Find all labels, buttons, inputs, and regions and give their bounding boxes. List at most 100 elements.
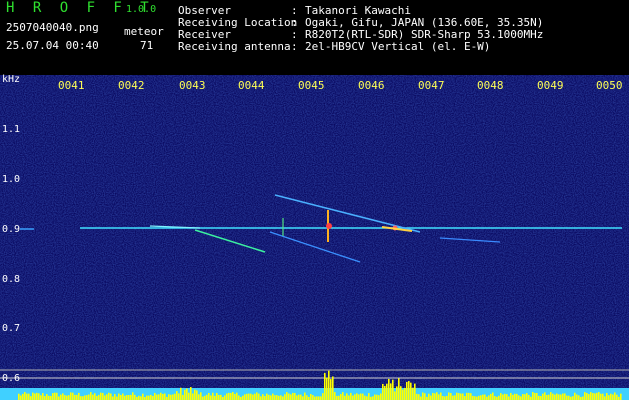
power-bar bbox=[92, 394, 94, 400]
power-bar bbox=[24, 392, 26, 400]
power-bar bbox=[162, 393, 164, 400]
power-bar bbox=[158, 394, 160, 400]
power-bar bbox=[104, 395, 106, 400]
x-tick-label: 0046 bbox=[358, 79, 385, 92]
power-bar bbox=[310, 393, 312, 400]
power-bar bbox=[98, 394, 100, 400]
power-bar bbox=[60, 394, 62, 400]
power-bar bbox=[134, 394, 136, 400]
power-bar bbox=[274, 395, 276, 400]
power-bar bbox=[608, 395, 610, 400]
power-bar bbox=[126, 395, 128, 400]
power-bar bbox=[328, 370, 330, 400]
power-bar bbox=[350, 392, 352, 400]
power-bar bbox=[590, 392, 592, 400]
power-bar bbox=[404, 387, 406, 400]
power-bar bbox=[380, 393, 382, 400]
power-bar bbox=[334, 392, 336, 400]
x-tick-label: 0042 bbox=[118, 79, 145, 92]
power-bar bbox=[172, 394, 174, 400]
power-bar bbox=[116, 396, 118, 400]
power-bar bbox=[610, 393, 612, 400]
power-bar bbox=[52, 393, 54, 400]
power-bar bbox=[498, 395, 500, 400]
power-bar bbox=[366, 396, 368, 400]
power-bar bbox=[168, 394, 170, 400]
power-bar bbox=[440, 392, 442, 400]
power-bar bbox=[346, 393, 348, 400]
power-bar bbox=[268, 394, 270, 400]
power-bar bbox=[394, 391, 396, 400]
power-bar bbox=[266, 393, 268, 400]
power-bar bbox=[56, 392, 58, 400]
x-tick-label: 0049 bbox=[537, 79, 564, 92]
power-bar bbox=[616, 394, 618, 400]
power-bar bbox=[46, 394, 48, 400]
power-bar bbox=[582, 396, 584, 400]
power-bar bbox=[524, 394, 526, 400]
power-bar bbox=[302, 396, 304, 400]
power-bar bbox=[614, 392, 616, 400]
power-bar bbox=[364, 395, 366, 400]
power-bar bbox=[270, 395, 272, 400]
power-bar bbox=[442, 395, 444, 400]
power-bar bbox=[550, 392, 552, 400]
power-bar bbox=[436, 392, 438, 400]
power-bar bbox=[602, 393, 604, 400]
power-bar bbox=[432, 392, 434, 400]
power-bar bbox=[340, 394, 342, 400]
power-bar bbox=[174, 393, 176, 400]
power-bar bbox=[398, 378, 400, 400]
power-bar bbox=[356, 393, 358, 400]
y-axis-unit: kHz bbox=[2, 74, 21, 85]
power-bar bbox=[224, 395, 226, 400]
power-bar bbox=[292, 392, 294, 400]
power-bar bbox=[140, 396, 142, 400]
power-bar bbox=[612, 394, 614, 400]
power-bar bbox=[82, 396, 84, 400]
power-bar bbox=[272, 393, 274, 400]
power-bar bbox=[372, 396, 374, 400]
power-bar bbox=[118, 393, 120, 400]
power-bar bbox=[30, 396, 32, 400]
power-bar bbox=[114, 394, 116, 400]
power-bar bbox=[38, 393, 40, 400]
power-bar bbox=[294, 392, 296, 400]
power-bar bbox=[526, 393, 528, 400]
power-bar bbox=[192, 393, 194, 400]
power-bar bbox=[62, 393, 64, 400]
power-bar bbox=[456, 392, 458, 400]
power-bar bbox=[50, 395, 52, 400]
power-bar bbox=[576, 394, 578, 400]
power-bar bbox=[326, 377, 328, 400]
power-bar bbox=[110, 393, 112, 400]
power-bar bbox=[336, 395, 338, 400]
power-bar bbox=[248, 393, 250, 400]
power-bar bbox=[552, 393, 554, 400]
power-bar bbox=[280, 395, 282, 400]
power-bar bbox=[242, 395, 244, 400]
power-bar bbox=[250, 393, 252, 400]
power-bar bbox=[164, 393, 166, 400]
power-bar bbox=[368, 393, 370, 400]
power-bar bbox=[362, 393, 364, 400]
power-bar bbox=[20, 395, 22, 400]
x-tick-label: 0045 bbox=[298, 79, 325, 92]
power-bar bbox=[506, 394, 508, 400]
power-bar bbox=[502, 394, 504, 400]
power-bar bbox=[584, 392, 586, 400]
power-bar bbox=[232, 392, 234, 400]
power-bar bbox=[536, 393, 538, 400]
power-bar bbox=[478, 395, 480, 400]
power-bar bbox=[298, 394, 300, 400]
power-bar bbox=[278, 395, 280, 400]
power-bar bbox=[324, 372, 326, 400]
power-bar bbox=[160, 392, 162, 400]
power-bar bbox=[568, 395, 570, 400]
power-bar bbox=[190, 387, 192, 400]
power-bar bbox=[460, 393, 462, 400]
power-bar bbox=[258, 393, 260, 400]
power-bar bbox=[74, 394, 76, 400]
y-tick-label: 1.0 bbox=[2, 174, 21, 185]
power-bar bbox=[354, 394, 356, 400]
